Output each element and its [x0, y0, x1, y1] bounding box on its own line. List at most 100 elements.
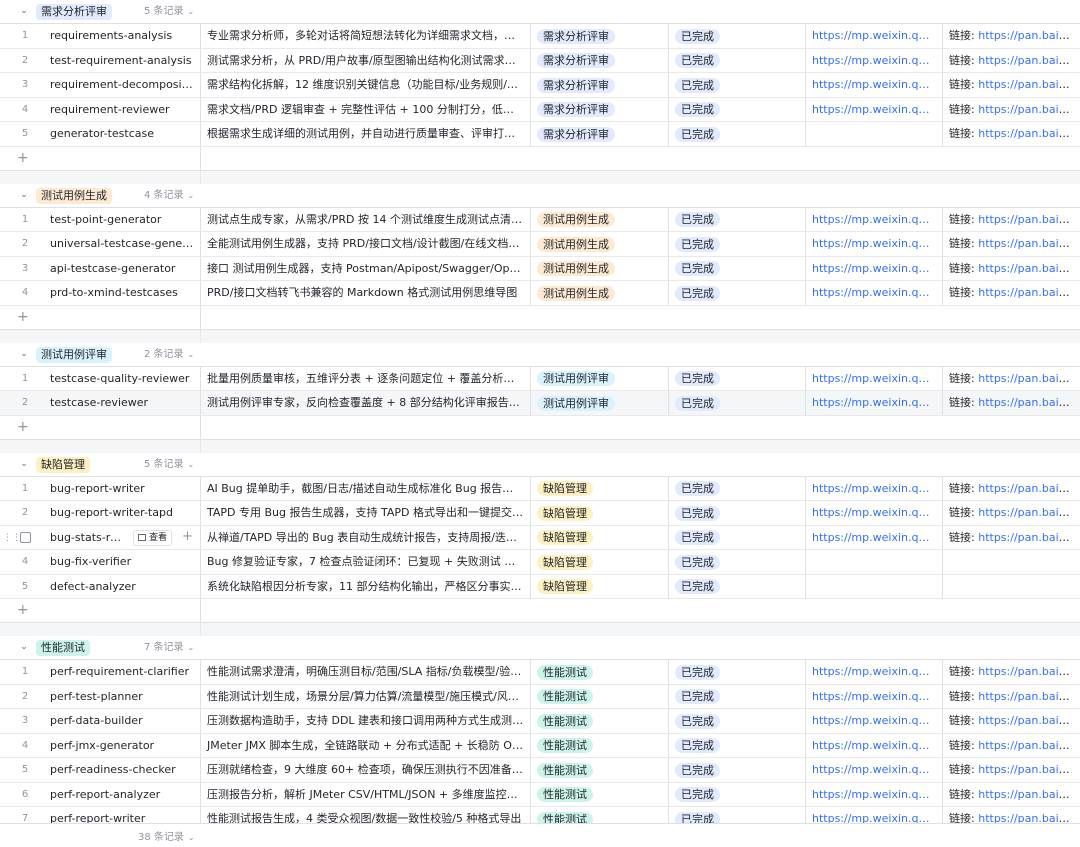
cell-description[interactable]: 从禅道/TAPD 导出的 Bug 表自动生成统计报告，支持周报/迭代回顾报告 [200, 525, 530, 549]
table-row[interactable]: 2 testcase-reviewer 测试用例评审专家，反向检查覆盖度 + 8 部… [0, 391, 1080, 416]
cell-category[interactable]: 性能测试 [530, 709, 668, 733]
cell-description[interactable]: 测试需求分析，从 PRD/用户故事/原型图输出结构化测试需求分析报告 [200, 48, 530, 72]
cell-description[interactable]: 压测数据构造助手，支持 DDL 建表和接口调用两种方式生成测试数据 [200, 709, 530, 733]
cell-status[interactable]: 已完成 [668, 476, 805, 500]
table-row[interactable]: 4 requirement-reviewer 需求文档/PRD 逻辑审查 + 完整性… [0, 97, 1080, 122]
cell-category[interactable]: 测试用例生成 [530, 256, 668, 280]
cell-download-link[interactable]: 链接: https://pan.baidu.com/s/ [942, 366, 1080, 390]
cell-category[interactable]: 缺陷管理 [530, 525, 668, 549]
cell-article-url[interactable]: https://mp.weixin.qq.com/s/ [805, 709, 942, 733]
group-record-count[interactable]: 5 条记录 ⌄ [144, 5, 194, 19]
add-record-row[interactable]: + [0, 415, 1080, 440]
cell-article-url[interactable]: https://mp.weixin.qq.com/s/ [805, 97, 942, 121]
cell-category[interactable]: 测试用例生成 [530, 232, 668, 256]
cell-article-url[interactable]: https://mp.weixin.qq.com/s/ [805, 207, 942, 231]
link-url[interactable]: https://pan.baidu.com/s/ [978, 739, 1080, 752]
link-url[interactable]: https://pan.baidu.com/s/ [978, 29, 1080, 42]
link-url[interactable]: https://pan.baidu.com/s/ [978, 788, 1080, 801]
cell-category[interactable]: 性能测试 [530, 733, 668, 757]
cell-description[interactable]: 接口 测试用例生成器，支持 Postman/Apipost/Swagger/Op… [200, 256, 530, 280]
cell-download-link[interactable]: 链接: https://pan.baidu.com/s/ [942, 256, 1080, 280]
cell-name[interactable]: universal-testcase-generator [50, 232, 200, 256]
cell-name[interactable]: requirement-decomposition [50, 73, 200, 97]
cell-download-link[interactable]: 链接: https://pan.baidu.com/s/ [942, 476, 1080, 500]
cell-description[interactable]: 测试点生成专家，从需求/PRD 按 14 个测试维度生成测试点清单与覆盖矩阵 [200, 207, 530, 231]
cell-status[interactable]: 已完成 [668, 660, 805, 684]
cell-status[interactable]: 已完成 [668, 709, 805, 733]
cell-download-link[interactable]: 链接: https://pan.baidu.com/s/ [942, 232, 1080, 256]
link-url[interactable]: https://pan.baidu.com/s/ [978, 78, 1080, 91]
cell-status[interactable]: 已完成 [668, 48, 805, 72]
cell-article-url[interactable]: https://mp.weixin.qq.com/s/ [805, 281, 942, 305]
link-url[interactable]: https://pan.baidu.com/s/ [978, 262, 1080, 275]
plus-icon[interactable]: + [17, 150, 29, 166]
cell-status[interactable]: 已完成 [668, 574, 805, 598]
cell-description[interactable]: 性能测试计划生成，场景分层/算力估算/流量模型/施压模式/风险评估 [200, 684, 530, 708]
cell-description[interactable]: 需求结构化拆解，12 维度识别关键信息（功能目标/业务规则/状态流转等） [200, 73, 530, 97]
table-row[interactable]: 5 perf-readiness-checker 压测就绪检查，9 大维度 60+ … [0, 758, 1080, 783]
link-url[interactable]: https://pan.baidu.com/s/ [978, 396, 1080, 409]
cell-article-url[interactable]: https://mp.weixin.qq.com/s/ [805, 24, 942, 48]
table-row[interactable]: 5 generator-testcase 根据需求生成详细的测试用例，并自动进行质量… [0, 122, 1080, 147]
cell-status[interactable]: 已完成 [668, 550, 805, 574]
cell-article-url[interactable]: https://mp.weixin.qq.com/s/ [805, 758, 942, 782]
add-record-row[interactable]: + [0, 305, 1080, 330]
cell-article-url[interactable]: https://mp.weixin.qq.com/s/ [805, 733, 942, 757]
cell-name[interactable]: testcase-reviewer [50, 391, 200, 415]
chevron-down-icon[interactable]: ⌄ [18, 348, 30, 360]
cell-name[interactable]: testcase-quality-reviewer [50, 367, 200, 391]
cell-name[interactable]: perf-data-builder [50, 709, 200, 733]
link-url[interactable]: https://pan.baidu.com/s/ [978, 531, 1080, 544]
cell-status[interactable]: 已完成 [668, 525, 805, 549]
cell-category[interactable]: 缺陷管理 [530, 501, 668, 525]
cell-article-url[interactable]: https://mp.weixin.qq.com/s/ [805, 525, 942, 549]
chevron-down-icon[interactable]: ⌄ [18, 189, 30, 201]
cell-description[interactable]: 压测报告分析，解析 JMeter CSV/HTML/JSON + 多维度监控数据… [200, 782, 530, 806]
cell-article-url[interactable]: https://mp.weixin.qq.com/s/ [805, 391, 942, 415]
cell-name[interactable]: perf-report-analyzer [50, 783, 200, 807]
chevron-down-icon[interactable]: ⌄ [18, 458, 30, 470]
plus-icon[interactable]: + [17, 309, 29, 325]
cell-status[interactable]: 已完成 [668, 207, 805, 231]
cell-article-url[interactable]: https://mp.weixin.qq.com/s/ [805, 232, 942, 256]
cell-description[interactable]: JMeter JMX 脚本生成，全链路联动 + 分布式适配 + 长稳防 OOM [200, 733, 530, 757]
cell-article-url[interactable]: https://mp.weixin.qq.com/s/ [805, 256, 942, 280]
cell-category[interactable]: 需求分析评审 [530, 97, 668, 121]
link-url[interactable]: https://pan.baidu.com/s/ [978, 482, 1080, 495]
plus-icon[interactable]: + [17, 602, 29, 618]
cell-category[interactable]: 测试用例生成 [530, 281, 668, 305]
link-url[interactable]: https://pan.baidu.com/s/ [978, 237, 1080, 250]
cell-status[interactable]: 已完成 [668, 782, 805, 806]
link-url[interactable]: https://pan.baidu.com/s/ [978, 763, 1080, 776]
row-checkbox[interactable] [20, 531, 31, 543]
link-url[interactable]: https://pan.baidu.com/s/ [978, 690, 1080, 703]
link-url[interactable]: https://pan.baidu.com/s/ [978, 286, 1080, 299]
cell-category[interactable]: 缺陷管理 [530, 574, 668, 598]
cell-name[interactable]: requirements-analysis [50, 24, 200, 48]
plus-icon[interactable]: + [182, 529, 193, 545]
cell-description[interactable]: 根据需求生成详细的测试用例，并自动进行质量审查、评审打分与优化 [200, 122, 530, 146]
table-row[interactable]: 6 perf-report-analyzer 压测报告分析，解析 JMeter CS… [0, 782, 1080, 807]
cell-category[interactable]: 缺陷管理 [530, 550, 668, 574]
cell-name[interactable]: requirement-reviewer [50, 98, 200, 122]
plus-icon[interactable]: + [17, 419, 29, 435]
cell-article-url[interactable]: https://mp.weixin.qq.com/s/ [805, 684, 942, 708]
cell-status[interactable]: 已完成 [668, 684, 805, 708]
table-row[interactable]: 4 bug-fix-verifier Bug 修复验证专家，7 检查点验证闭环：已复… [0, 550, 1080, 575]
view-record-button[interactable]: 查看 [133, 529, 173, 546]
table-row[interactable]: 4 perf-jmx-generator JMeter JMX 脚本生成，全链路联动… [0, 733, 1080, 758]
link-url[interactable]: https://pan.baidu.com/s/ [978, 714, 1080, 727]
cell-name[interactable]: bug-report-writer-tapd [50, 501, 200, 525]
table-row[interactable]: 1 test-point-generator 测试点生成专家，从需求/PRD 按 1… [0, 207, 1080, 232]
cell-download-link[interactable]: 链接: https://pan.baidu.com/s/ [942, 73, 1080, 97]
cell-name[interactable]: api-testcase-generator [50, 257, 200, 281]
cell-status[interactable]: 已完成 [668, 232, 805, 256]
table-row[interactable]: 3 perf-data-builder 压测数据构造助手，支持 DDL 建表和接口调… [0, 709, 1080, 734]
cell-description[interactable]: 专业需求分析师，多轮对话将简短想法转化为详细需求文档，支持多种格式输出 [200, 24, 530, 48]
cell-article-url[interactable]: https://mp.weixin.qq.com/s/ [805, 73, 942, 97]
link-url[interactable]: https://pan.baidu.com/s/ [978, 127, 1080, 140]
chevron-down-icon[interactable]: ⌄ [18, 641, 30, 653]
cell-category[interactable]: 测试用例生成 [530, 207, 668, 231]
cell-download-link[interactable]: 链接: https://pan.baidu.com/s/ [942, 391, 1080, 415]
group-record-count[interactable]: 5 条记录 ⌄ [144, 458, 194, 472]
